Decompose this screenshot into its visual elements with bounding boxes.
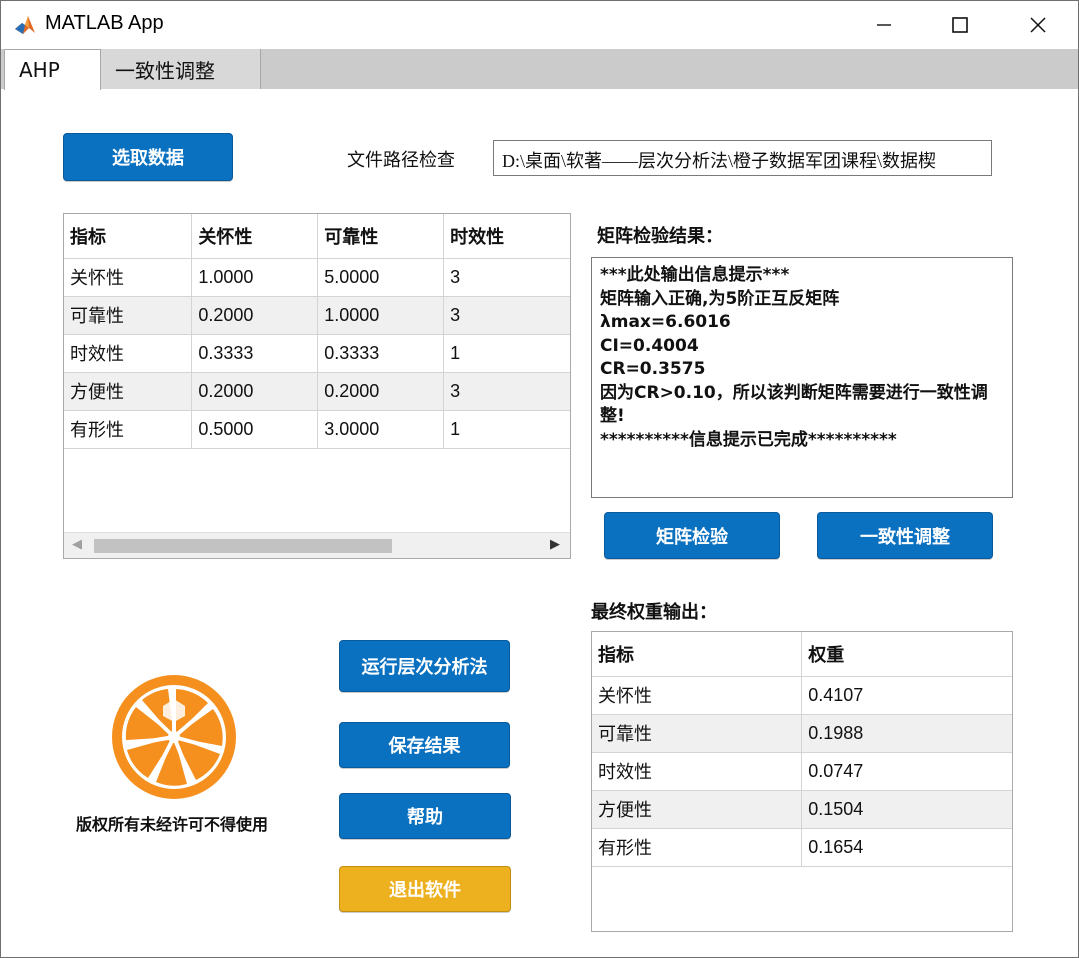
matrix-header-row: 指标 关怀性 可靠性 时效性	[64, 214, 570, 259]
table-row[interactable]: 有形性 0.1654	[592, 828, 1012, 867]
table-row[interactable]: 方便性 0.2000 0.2000 3	[64, 372, 570, 411]
value-cell[interactable]: 1	[443, 334, 570, 373]
scrollbar-thumb[interactable]	[94, 539, 392, 553]
header-cell[interactable]: 指标	[592, 632, 803, 677]
value-cell[interactable]: 0.1504	[801, 790, 1012, 829]
maximize-button[interactable]	[925, 1, 995, 49]
value-cell[interactable]: 0.5000	[191, 410, 319, 449]
run-ahp-button[interactable]: 运行层次分析法	[339, 640, 510, 692]
value-cell[interactable]: 3.0000	[317, 410, 445, 449]
output-line: ***此处输出信息提示***	[600, 265, 790, 285]
output-line: **********信息提示已完成**********	[600, 429, 897, 450]
value-cell[interactable]: 0.3333	[317, 334, 445, 373]
minimize-icon	[877, 24, 891, 26]
value-cell[interactable]: 3	[443, 296, 570, 335]
value-cell[interactable]: 1	[443, 410, 570, 449]
copyright-notice: 版权所有未经许可不得使用	[76, 815, 269, 834]
row-name-cell[interactable]: 有形性	[592, 828, 803, 867]
table-row[interactable]: 时效性 0.0747	[592, 752, 1012, 791]
row-name-cell[interactable]: 方便性	[592, 790, 803, 829]
select-data-button[interactable]: 选取数据	[63, 133, 233, 181]
scroll-right-arrow-icon[interactable]: ▶	[550, 537, 560, 552]
row-name-cell[interactable]: 时效性	[592, 752, 803, 791]
check-result-output[interactable]: ***此处输出信息提示*** 矩阵输入正确,为5阶正互反矩阵 λmax=6.60…	[591, 257, 1013, 498]
table-row[interactable]: 关怀性 1.0000 5.0000 3	[64, 258, 570, 297]
output-line: λmax=6.6016	[600, 312, 731, 332]
check-result-label: 矩阵检验结果：	[597, 226, 723, 247]
matrix-check-button[interactable]: 矩阵检验	[604, 512, 780, 559]
value-cell[interactable]: 5.0000	[317, 258, 445, 297]
tab-bar: AHP 一致性调整	[1, 49, 1078, 90]
matlab-logo-icon	[15, 16, 35, 34]
table-row[interactable]: 有形性 0.5000 3.0000 1	[64, 410, 570, 449]
table-row[interactable]: 可靠性 0.2000 1.0000 3	[64, 296, 570, 335]
tab-consistency-adjust[interactable]: 一致性调整	[101, 49, 261, 89]
table-row[interactable]: 方便性 0.1504	[592, 790, 1012, 829]
header-cell[interactable]: 指标	[64, 214, 193, 259]
weights-output-label: 最终权重输出：	[591, 602, 717, 623]
horizontal-scrollbar[interactable]: ◀ ▶	[64, 532, 570, 558]
title-bar: MATLAB App	[1, 1, 1078, 49]
minimize-button[interactable]	[849, 1, 919, 49]
header-cell[interactable]: 关怀性	[191, 214, 319, 259]
header-cell[interactable]: 时效性	[443, 214, 570, 259]
table-row[interactable]: 时效性 0.3333 0.3333 1	[64, 334, 570, 373]
value-cell[interactable]: 0.2000	[191, 296, 319, 335]
tab-ahp[interactable]: AHP	[4, 49, 101, 90]
output-line: 因为CR>0.10，所以该判断矩阵需要进行一致性调整!	[600, 382, 988, 427]
matrix-table[interactable]: 指标 关怀性 可靠性 时效性 关怀性 1.0000 5.0000 3 可靠性 0…	[63, 213, 571, 559]
output-line: CI=0.4004	[600, 335, 699, 356]
help-button[interactable]: 帮助	[339, 793, 511, 839]
value-cell[interactable]: 1.0000	[191, 258, 319, 297]
value-cell[interactable]: 0.2000	[191, 372, 319, 411]
value-cell[interactable]: 0.2000	[317, 372, 445, 411]
row-name-cell[interactable]: 关怀性	[64, 258, 193, 297]
value-cell[interactable]: 0.1654	[801, 828, 1012, 867]
row-name-cell[interactable]: 可靠性	[592, 714, 803, 753]
value-cell[interactable]: 3	[443, 372, 570, 411]
value-cell[interactable]: 1.0000	[317, 296, 445, 335]
row-name-cell[interactable]: 方便性	[64, 372, 193, 411]
value-cell[interactable]: 0.3333	[191, 334, 319, 373]
row-name-cell[interactable]: 关怀性	[592, 676, 803, 715]
window-title: MATLAB App	[45, 12, 164, 34]
maximize-icon	[952, 17, 968, 33]
output-line: 矩阵输入正确,为5阶正互反矩阵	[600, 288, 840, 309]
close-button[interactable]	[1003, 1, 1073, 49]
row-name-cell[interactable]: 时效性	[64, 334, 193, 373]
table-row[interactable]: 关怀性 0.4107	[592, 676, 1012, 715]
value-cell[interactable]: 3	[443, 258, 570, 297]
orange-slice-icon	[112, 675, 236, 799]
row-name-cell[interactable]: 可靠性	[64, 296, 193, 335]
weights-table[interactable]: 指标 权重 关怀性 0.4107 可靠性 0.1988 时效性 0.0747 方…	[591, 631, 1013, 932]
header-cell[interactable]: 权重	[801, 632, 1012, 677]
output-line: CR=0.3575	[600, 359, 706, 379]
table-row[interactable]: 可靠性 0.1988	[592, 714, 1012, 753]
value-cell[interactable]: 0.4107	[801, 676, 1012, 715]
file-path-field[interactable]: D:\桌面\软著——层次分析法\橙子数据军团课程\数据楔	[493, 140, 992, 176]
value-cell[interactable]: 0.1988	[801, 714, 1012, 753]
exit-button[interactable]: 退出软件	[339, 866, 511, 912]
scroll-left-arrow-icon[interactable]: ◀	[72, 537, 82, 552]
app-window: MATLAB App AHP 一致性调整 选取数据 文件路径检查 D:\桌面\软…	[0, 0, 1079, 958]
consistency-adjust-button[interactable]: 一致性调整	[817, 512, 993, 559]
value-cell[interactable]: 0.0747	[801, 752, 1012, 791]
save-result-button[interactable]: 保存结果	[339, 722, 510, 768]
path-check-label: 文件路径检查	[347, 150, 455, 171]
weights-header-row: 指标 权重	[592, 632, 1012, 677]
row-name-cell[interactable]: 有形性	[64, 410, 193, 449]
close-icon	[1030, 17, 1046, 33]
header-cell[interactable]: 可靠性	[317, 214, 445, 259]
